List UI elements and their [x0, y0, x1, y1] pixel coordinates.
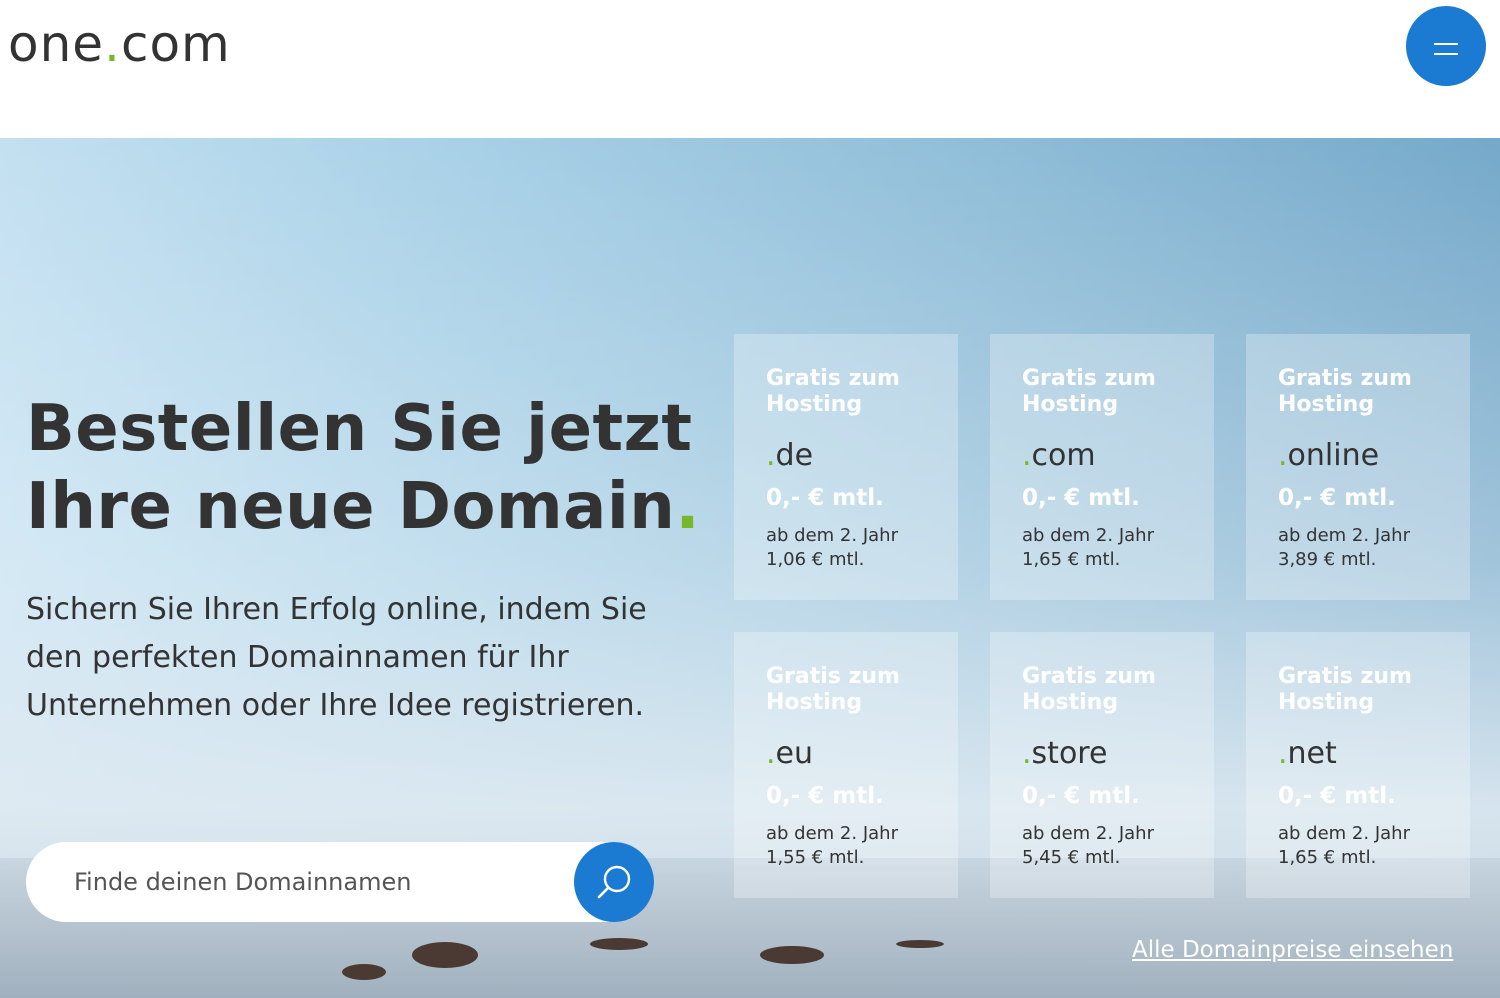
- search-icon: [597, 865, 631, 899]
- domain-card-com[interactable]: Gratis zum Hosting .com 0,- € mtl. ab de…: [990, 334, 1214, 600]
- hero-section: Bestellen Sie jetzt Ihre neue Domain. Sic…: [0, 138, 1500, 998]
- renewal-info: ab dem 2. Jahr 5,45 € mtl.: [1022, 823, 1154, 868]
- site-header: one.com: [0, 0, 1500, 138]
- domain-search-bar: [26, 842, 654, 922]
- promo-label: Gratis zum Hosting: [766, 366, 900, 417]
- one-com-logo[interactable]: one.com: [8, 14, 231, 74]
- promo-price: 0,- € mtl.: [1278, 783, 1396, 809]
- renewal-info: ab dem 2. Jahr 1,65 € mtl.: [1278, 823, 1410, 868]
- renewal-info: ab dem 2. Jahr 1,55 € mtl.: [766, 823, 898, 868]
- promo-label: Gratis zum Hosting: [1278, 366, 1412, 417]
- tld-name: .de: [766, 438, 814, 473]
- rock-decoration: [760, 946, 824, 964]
- tld-name: .net: [1278, 736, 1337, 771]
- tld-name: .online: [1278, 438, 1380, 473]
- rock-decoration: [342, 964, 386, 980]
- renewal-info: ab dem 2. Jahr 1,06 € mtl.: [766, 525, 898, 570]
- renewal-info: ab dem 2. Jahr 1,65 € mtl.: [1022, 525, 1154, 570]
- hero-subtext: Sichern Sie Ihren Erfolg online, indem S…: [26, 592, 647, 723]
- all-domain-prices-link[interactable]: Alle Domainpreise einsehen: [1132, 934, 1453, 966]
- menu-button[interactable]: [1406, 6, 1486, 86]
- rock-decoration: [412, 942, 478, 968]
- domain-card-net[interactable]: Gratis zum Hosting .net 0,- € mtl. ab de…: [1246, 632, 1470, 898]
- promo-label: Gratis zum Hosting: [766, 664, 900, 715]
- rock-decoration: [590, 938, 648, 950]
- promo-price: 0,- € mtl.: [1278, 485, 1396, 511]
- hero-headline: Bestellen Sie jetzt Ihre neue Domain.: [26, 392, 701, 544]
- domain-search-input[interactable]: [74, 862, 564, 902]
- tld-name: .com: [1022, 438, 1096, 473]
- promo-price: 0,- € mtl.: [766, 783, 884, 809]
- renewal-info: ab dem 2. Jahr 3,89 € mtl.: [1278, 525, 1410, 570]
- domain-card-de[interactable]: Gratis zum Hosting .de 0,- € mtl. ab dem…: [734, 334, 958, 600]
- promo-label: Gratis zum Hosting: [1278, 664, 1412, 715]
- promo-label: Gratis zum Hosting: [1022, 366, 1156, 417]
- tld-name: .eu: [766, 736, 814, 771]
- search-button[interactable]: [574, 842, 654, 922]
- promo-price: 0,- € mtl.: [1022, 783, 1140, 809]
- promo-price: 0,- € mtl.: [766, 485, 884, 511]
- rock-decoration: [896, 940, 944, 948]
- menu-icon: [1434, 43, 1458, 45]
- domain-card-eu[interactable]: Gratis zum Hosting .eu 0,- € mtl. ab dem…: [734, 632, 958, 898]
- domain-card-online[interactable]: Gratis zum Hosting .online 0,- € mtl. ab…: [1246, 334, 1470, 600]
- domain-card-store[interactable]: Gratis zum Hosting .store 0,- € mtl. ab …: [990, 632, 1214, 898]
- tld-name: .store: [1022, 736, 1108, 771]
- promo-price: 0,- € mtl.: [1022, 485, 1140, 511]
- promo-label: Gratis zum Hosting: [1022, 664, 1156, 715]
